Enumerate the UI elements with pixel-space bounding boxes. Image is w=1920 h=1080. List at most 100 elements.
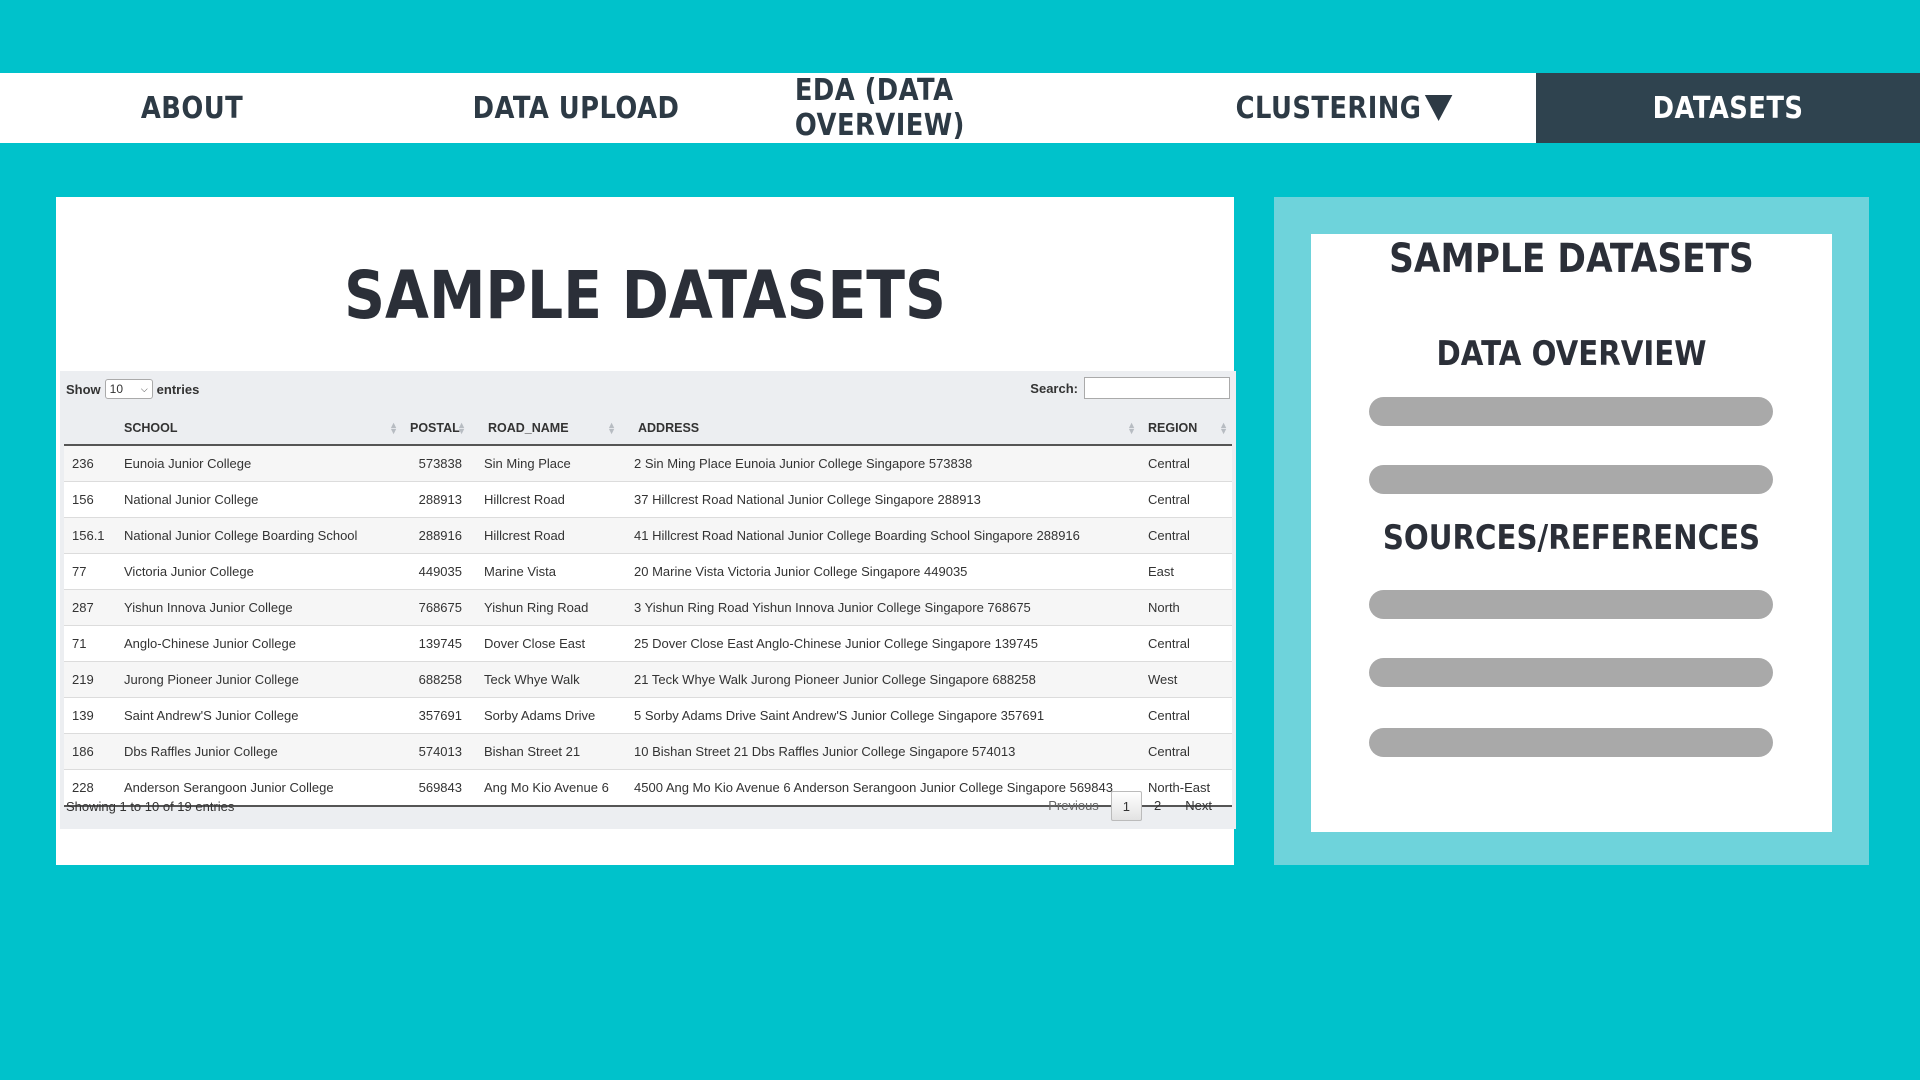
cell-index: 156 xyxy=(64,481,116,518)
cell-address: 37 Hillcrest Road National Junior Colleg… xyxy=(620,481,1140,518)
side-panel: SAMPLE DATASETS DATA OVERVIEW SOURCES/RE… xyxy=(1274,197,1869,865)
cell-postal: 449035 xyxy=(402,553,470,590)
cell-school: Saint Andrew'S Junior College xyxy=(116,697,402,734)
cell-region: Central xyxy=(1140,625,1232,662)
search-input[interactable] xyxy=(1084,377,1230,399)
nav-tab-about[interactable]: ABOUT xyxy=(0,73,384,143)
cell-index: 139 xyxy=(64,697,116,734)
table-row: 77 Victoria Junior College 449035 Marine Vi… xyxy=(64,553,1232,590)
caret-down-icon xyxy=(1424,95,1453,121)
pagination: Previous 1 2 Next xyxy=(1036,791,1224,821)
cell-region: North xyxy=(1140,589,1232,626)
table-row: 186 Dbs Raffles Junior College 574013 Bisha… xyxy=(64,733,1232,770)
table-row: 219 Jurong Pioneer Junior College 688258 Te… xyxy=(64,661,1232,698)
column-header-region[interactable]: REGION ▲ ▼ xyxy=(1140,411,1232,446)
side-title: SAMPLE DATASETS xyxy=(1389,236,1754,282)
column-header-label: REGION xyxy=(1148,420,1198,435)
cell-index: 71 xyxy=(64,625,116,662)
sort-icon: ▲ ▼ xyxy=(389,420,398,436)
nav-tab-label: DATASETS xyxy=(1652,90,1804,126)
search-label: Search: xyxy=(1030,380,1078,396)
cell-road-name: Ang Mo Kio Avenue 6 xyxy=(470,769,620,807)
cell-region: Central xyxy=(1140,481,1232,518)
nav-tab-clustering[interactable]: CLUSTERING xyxy=(1152,73,1536,143)
placeholder-bar xyxy=(1369,465,1773,494)
column-header-postal[interactable]: POSTAL ▲ ▼ xyxy=(402,411,470,446)
side-section-data-overview: DATA OVERVIEW xyxy=(1436,334,1707,374)
nav-tab-label: ABOUT xyxy=(140,90,244,126)
sort-icon: ▲ ▼ xyxy=(1127,420,1136,436)
chevron-down-icon: ⌵ xyxy=(140,383,148,394)
pagination-page-2[interactable]: 2 xyxy=(1142,791,1173,821)
table-row: 139 Saint Andrew'S Junior College 357691 So… xyxy=(64,697,1232,734)
nav-tab-data-upload[interactable]: DATA UPLOAD xyxy=(384,73,768,143)
column-header-label: ROAD_NAME xyxy=(488,420,569,435)
cell-index: 156.1 xyxy=(64,517,116,554)
cell-road-name: Hillcrest Road xyxy=(470,481,620,518)
cell-index: 219 xyxy=(64,661,116,698)
cell-region: Central xyxy=(1140,517,1232,554)
cell-postal: 288913 xyxy=(402,481,470,518)
length-suffix: entries xyxy=(156,381,200,397)
cell-region: Central xyxy=(1140,445,1232,482)
cell-postal: 768675 xyxy=(402,589,470,626)
nav-tab-label: EDA (DATA OVERVIEW) xyxy=(794,73,965,143)
length-prefix: Show xyxy=(66,381,101,397)
pagination-previous[interactable]: Previous xyxy=(1036,791,1111,821)
nav-tab-label: CLUSTERING xyxy=(1179,73,1509,143)
placeholder-bar xyxy=(1369,590,1773,619)
column-header-road-name[interactable]: ROAD_NAME ▲ ▼ xyxy=(470,411,620,446)
cell-road-name: Teck Whye Walk xyxy=(470,661,620,698)
cell-region: Central xyxy=(1140,733,1232,770)
side-panel-card: SAMPLE DATASETS DATA OVERVIEW SOURCES/RE… xyxy=(1311,234,1832,832)
main-panel: SAMPLE DATASETS Show 10 ⌵ entries Search… xyxy=(56,197,1236,865)
nav-tab-eda[interactable]: EDA (DATA OVERVIEW) xyxy=(768,73,1152,143)
column-header-school[interactable]: SCHOOL ▲ ▼ xyxy=(116,411,402,446)
cell-school: Yishun Innova Junior College xyxy=(116,589,402,626)
entries-select-value: 10 xyxy=(109,382,124,396)
cell-region: West xyxy=(1140,661,1232,698)
column-header-label: SCHOOL xyxy=(124,420,178,435)
data-table-container: Show 10 ⌵ entries Search: SCHOOL ▲ ▼ POSTA… xyxy=(60,371,1236,829)
cell-road-name: Marine Vista xyxy=(470,553,620,590)
table-row: 156.1 National Junior College Boarding Sc… xyxy=(64,517,1232,554)
navbar: ABOUT DATA UPLOAD EDA (DATA OVERVIEW) CL… xyxy=(0,73,1920,143)
table-info: Showing 1 to 10 of 19 entries xyxy=(66,799,235,814)
cell-index: 236 xyxy=(64,445,116,482)
cell-postal: 139745 xyxy=(402,625,470,662)
placeholder-bar xyxy=(1369,397,1773,426)
sort-icon: ▲ ▼ xyxy=(457,420,466,436)
search-control: Search: xyxy=(1030,377,1230,399)
cell-address: 41 Hillcrest Road National Junior Colleg… xyxy=(620,517,1140,554)
column-header-address[interactable]: ADDRESS ▲ ▼ xyxy=(620,411,1140,446)
cell-road-name: Yishun Ring Road xyxy=(470,589,620,626)
side-section-sources: SOURCES/REFERENCES xyxy=(1382,518,1761,558)
cell-road-name: Hillcrest Road xyxy=(470,517,620,554)
cell-postal: 569843 xyxy=(402,769,470,807)
cell-road-name: Sorby Adams Drive xyxy=(470,697,620,734)
cell-postal: 574013 xyxy=(402,733,470,770)
cell-region: Central xyxy=(1140,697,1232,734)
cell-road-name: Bishan Street 21 xyxy=(470,733,620,770)
cell-school: Jurong Pioneer Junior College xyxy=(116,661,402,698)
pagination-next[interactable]: Next xyxy=(1173,791,1224,821)
cell-school: Eunoia Junior College xyxy=(116,445,402,482)
entries-select[interactable]: 10 ⌵ xyxy=(104,379,153,399)
nav-tab-datasets[interactable]: DATASETS xyxy=(1536,73,1920,143)
cell-postal: 573838 xyxy=(402,445,470,482)
pagination-page-1[interactable]: 1 xyxy=(1110,791,1143,821)
nav-tab-label: DATA UPLOAD xyxy=(472,90,680,126)
sort-icon: ▲ ▼ xyxy=(1219,420,1228,436)
data-table: SCHOOL ▲ ▼ POSTAL ▲ ▼ ROAD_NAME ▲ ▼ ADDRESS ▲ ▼ … xyxy=(64,411,1232,807)
length-control: Show 10 ⌵ entries xyxy=(66,379,199,399)
table-row: 287 Yishun Innova Junior College 768675 Yis… xyxy=(64,589,1232,626)
placeholder-bar xyxy=(1369,728,1773,757)
nav-tab-clustering-text: CLUSTERING xyxy=(1235,90,1422,126)
column-header-index[interactable] xyxy=(64,411,116,446)
placeholder-bar xyxy=(1369,658,1773,687)
cell-index: 287 xyxy=(64,589,116,626)
cell-school: Victoria Junior College xyxy=(116,553,402,590)
cell-address: 25 Dover Close East Anglo-Chinese Junior… xyxy=(620,625,1140,662)
column-header-label: POSTAL xyxy=(410,420,460,435)
cell-school: Dbs Raffles Junior College xyxy=(116,733,402,770)
